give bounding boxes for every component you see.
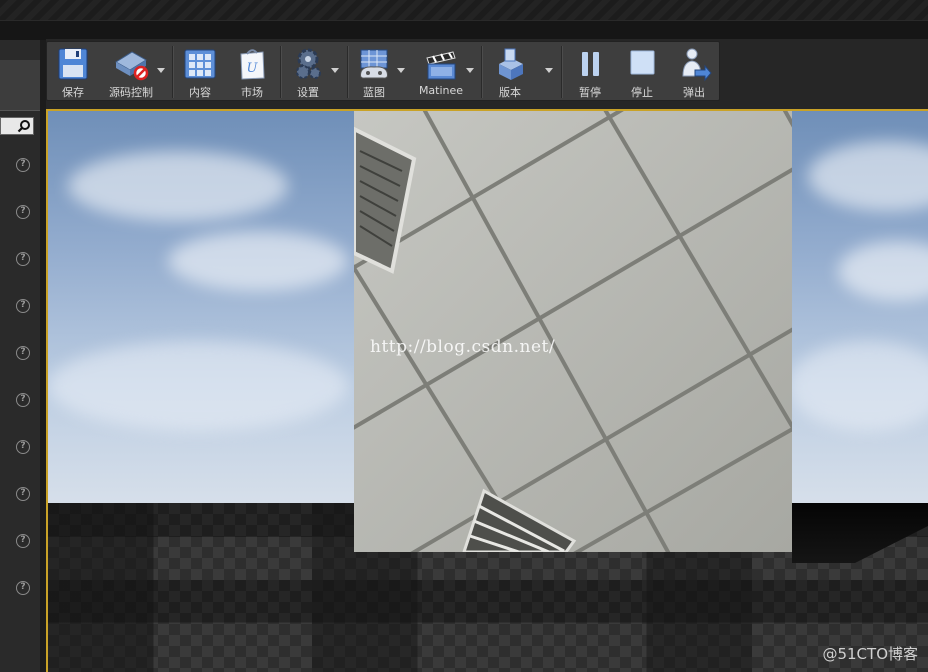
eject-button[interactable]: 弹出	[671, 44, 717, 100]
pause-icon	[582, 52, 599, 76]
content-label: 内容	[189, 86, 211, 99]
help-icon[interactable]: ?	[16, 393, 30, 407]
eject-label: 弹出	[683, 86, 705, 99]
help-icon[interactable]: ?	[16, 299, 30, 313]
toolbar-separator	[481, 46, 482, 98]
matinee-icon	[426, 51, 456, 80]
build-label: 版本	[499, 86, 521, 99]
help-icon[interactable]: ?	[16, 487, 30, 501]
title-bar-strip	[0, 0, 928, 20]
marketplace-icon: U	[240, 49, 265, 80]
pause-button[interactable]: 暂停	[567, 44, 613, 100]
watermark-url: http://blog.csdn.net/	[370, 337, 556, 357]
stop-button[interactable]: 停止	[619, 44, 665, 100]
help-icon[interactable]: ?	[16, 534, 30, 548]
content-icon	[184, 49, 216, 79]
details-panel-header	[0, 60, 40, 111]
marketplace-label: 市场	[241, 86, 263, 99]
toolbar-separator	[172, 46, 173, 98]
save-button[interactable]: 保存	[51, 44, 95, 100]
save-button-label: 保存	[62, 86, 84, 99]
help-icon[interactable]: ?	[16, 205, 30, 219]
blueprint-icon	[360, 49, 388, 79]
ceiling-texture	[354, 111, 792, 552]
settings-dropdown-icon[interactable]	[331, 68, 339, 73]
pause-label: 暂停	[579, 86, 601, 99]
svg-text:U: U	[247, 61, 259, 76]
eject-icon	[682, 48, 712, 82]
details-panel: ? ? ? ? ? ? ? ? ? ?	[0, 40, 40, 672]
settings-icon	[296, 48, 321, 79]
level-viewport[interactable]: http://blog.csdn.net/	[46, 109, 928, 672]
source-control-dropdown-icon[interactable]	[157, 68, 165, 73]
matinee-label: Matinee	[418, 84, 464, 97]
source-control-label: 源码控制	[109, 86, 153, 99]
marketplace-button[interactable]: U 市场	[229, 44, 275, 100]
blueprints-dropdown-icon[interactable]	[397, 68, 405, 73]
save-icon	[58, 48, 88, 80]
build-dropdown-icon[interactable]	[545, 68, 553, 73]
help-icon[interactable]: ?	[16, 346, 30, 360]
settings-button[interactable]: 设置	[285, 44, 331, 100]
matinee-dropdown-icon[interactable]	[466, 68, 474, 73]
source-control-button[interactable]: 源码控制	[101, 44, 161, 100]
source-control-icon	[115, 51, 149, 81]
main-toolbar: 保存 源码控制 内容 U 市场 设置 蓝图 Matinee 版本 暂停 停止 弹…	[46, 41, 720, 101]
content-button[interactable]: 内容	[177, 44, 223, 100]
corner-watermark: @51CTO博客	[822, 645, 918, 663]
matinee-button[interactable]: Matinee	[411, 44, 471, 100]
settings-label: 设置	[297, 86, 319, 99]
help-icon[interactable]: ?	[16, 581, 30, 595]
menu-bar	[0, 20, 928, 41]
search-icon	[17, 120, 30, 133]
build-button[interactable]: 版本	[487, 44, 533, 100]
details-search-input[interactable]	[0, 117, 34, 135]
blueprints-label: 蓝图	[363, 86, 385, 99]
stop-label: 停止	[631, 86, 653, 99]
toolbar-separator	[561, 46, 562, 98]
blueprints-button[interactable]: 蓝图	[353, 44, 395, 100]
ceiling-tile-wall[interactable]	[354, 111, 792, 552]
build-icon	[499, 48, 523, 80]
help-icon[interactable]: ?	[16, 158, 30, 172]
help-icon[interactable]: ?	[16, 440, 30, 454]
toolbar-separator	[280, 46, 281, 98]
toolbar-separator	[347, 46, 348, 98]
stop-icon	[630, 50, 655, 75]
help-icon[interactable]: ?	[16, 252, 30, 266]
